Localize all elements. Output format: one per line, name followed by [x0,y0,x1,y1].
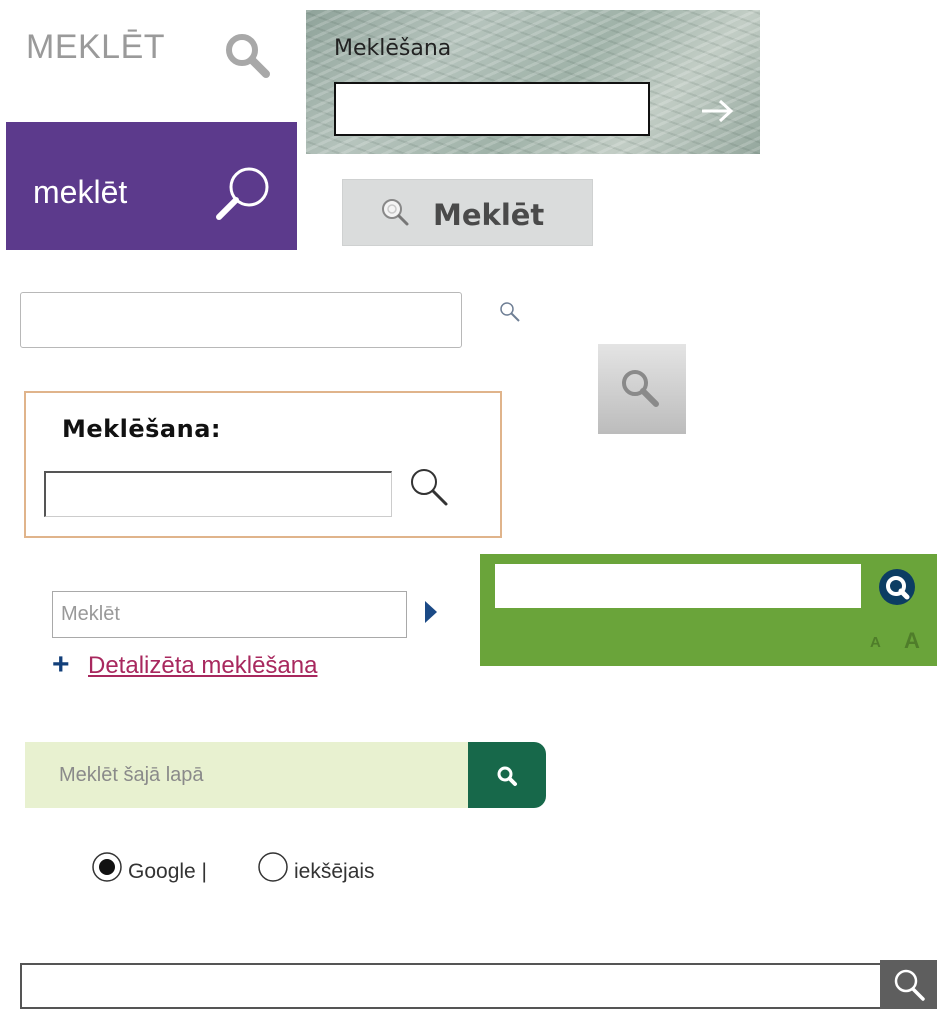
search-label: Meklēšana [334,36,452,61]
bordered-search-box: Meklēšana: [24,391,502,538]
font-size-large-button[interactable]: A [904,628,920,654]
search-input[interactable] [334,82,650,136]
search-button-label: Meklēt [433,198,545,232]
search-label: Meklēšana: [62,415,221,443]
detailed-search-link[interactable]: Detalizēta meklēšana [88,652,317,680]
search-icon [495,764,519,788]
search-icon[interactable] [406,465,452,511]
search-input[interactable] [20,292,462,348]
search-icon[interactable] [222,30,272,80]
search-input[interactable] [495,564,861,608]
radio-google-label: Google | [128,860,208,883]
page-search-input[interactable] [25,742,470,808]
search-button[interactable] [598,344,686,434]
purple-search-block[interactable]: meklēt [6,122,297,250]
triangle-right-icon[interactable] [424,599,438,625]
search-icon [379,196,411,228]
search-button[interactable]: Meklēt [342,179,593,246]
radio-internal[interactable] [256,850,290,884]
search-icon [616,364,666,414]
search-icon [892,968,926,1002]
green-search-block: A A [480,554,937,666]
meklet-heading: MEKLĒT [26,28,166,66]
search-input[interactable] [44,471,392,517]
search-label: meklēt [33,174,128,210]
search-icon[interactable] [498,300,522,324]
radio-google[interactable] [90,850,124,884]
textured-search-panel: Meklēšana [306,10,760,154]
search-icon[interactable] [212,162,274,224]
search-button[interactable] [468,742,546,808]
radio-internal-label: iekšējais [294,860,375,883]
search-button[interactable] [880,960,937,1009]
font-size-small-button[interactable]: A [870,634,881,651]
search-input[interactable] [52,591,407,638]
plus-icon: + [52,648,70,681]
arrow-right-icon[interactable] [700,98,734,124]
search-icon[interactable] [878,568,916,606]
search-input[interactable] [20,963,886,1009]
